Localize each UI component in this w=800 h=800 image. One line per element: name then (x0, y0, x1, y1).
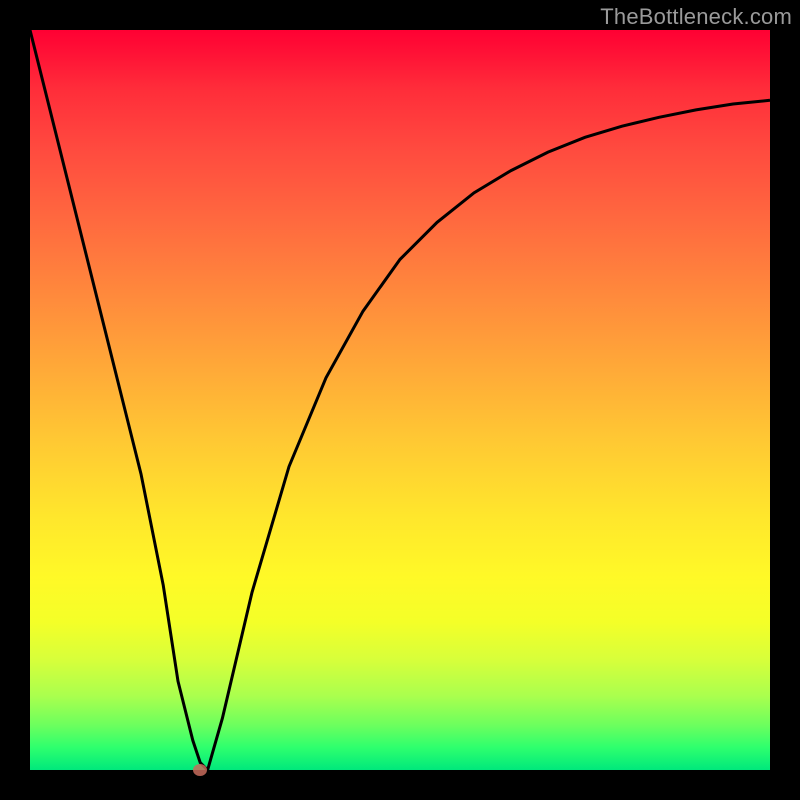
chart-frame: TheBottleneck.com (0, 0, 800, 800)
bottleneck-curve (30, 30, 770, 770)
plot-area (30, 30, 770, 770)
minimum-marker (193, 764, 207, 776)
watermark-text: TheBottleneck.com (600, 4, 792, 30)
curve-svg (30, 30, 770, 770)
